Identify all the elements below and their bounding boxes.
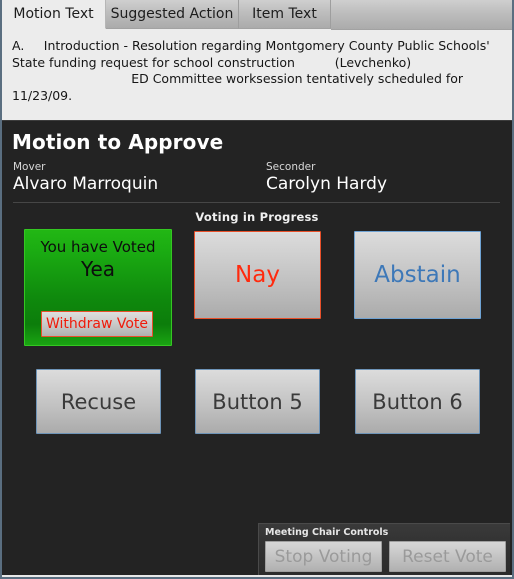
vote-button-recuse[interactable]: Recuse bbox=[36, 369, 161, 434]
tab-motion-text-label: Motion Text bbox=[13, 6, 94, 22]
button5-label: Button 5 bbox=[212, 389, 303, 414]
reset-vote-label: Reset Vote bbox=[402, 546, 493, 567]
voting-window: Motion Text Suggested Action Item Text A… bbox=[0, 0, 514, 579]
button6-label: Button 6 bbox=[372, 389, 463, 414]
meeting-chair-controls-title: Meeting Chair Controls bbox=[265, 527, 389, 538]
voting-status: Voting in Progress bbox=[195, 210, 319, 224]
withdraw-vote-label: Withdraw Vote bbox=[45, 316, 149, 332]
seconder-name: Carolyn Hardy bbox=[266, 174, 388, 194]
voting-panel: Motion to Approve Mover Alvaro Marroquin… bbox=[2, 120, 512, 575]
mover-name: Alvaro Marroquin bbox=[13, 174, 159, 194]
motion-text-pane[interactable]: A. Introduction - Resolution regarding M… bbox=[2, 29, 512, 120]
vote-button-6[interactable]: Button 6 bbox=[355, 369, 480, 434]
mover-label: Mover bbox=[13, 161, 46, 173]
nay-label: Nay bbox=[235, 262, 280, 288]
stop-voting-label: Stop Voting bbox=[274, 546, 373, 567]
vote-button-nay[interactable]: Nay bbox=[194, 231, 321, 319]
abstain-label: Abstain bbox=[374, 262, 461, 288]
stop-voting-button[interactable]: Stop Voting bbox=[265, 541, 382, 572]
reset-vote-button[interactable]: Reset Vote bbox=[389, 541, 506, 572]
tab-suggested-action-label: Suggested Action bbox=[110, 6, 234, 22]
tab-bar-filler bbox=[331, 0, 512, 30]
recuse-label: Recuse bbox=[60, 389, 137, 414]
vote-button-abstain[interactable]: Abstain bbox=[354, 231, 481, 319]
tab-item-text[interactable]: Item Text bbox=[239, 0, 331, 29]
vote-button-yea[interactable]: You have Voted Yea Withdraw Vote bbox=[24, 229, 172, 346]
tab-suggested-action[interactable]: Suggested Action bbox=[106, 0, 239, 29]
seconder-label: Seconder bbox=[266, 161, 316, 173]
yea-voted-text: You have Voted bbox=[40, 238, 156, 256]
withdraw-vote-button[interactable]: Withdraw Vote bbox=[41, 311, 153, 337]
vote-button-5[interactable]: Button 5 bbox=[195, 369, 320, 434]
motion-title: Motion to Approve bbox=[12, 130, 224, 154]
yea-label: Yea bbox=[80, 257, 116, 281]
header-divider bbox=[13, 202, 500, 203]
meeting-chair-controls-panel: Meeting Chair Controls Stop Voting Reset… bbox=[258, 523, 510, 575]
tab-bar: Motion Text Suggested Action Item Text bbox=[2, 0, 512, 30]
tab-item-text-label: Item Text bbox=[252, 6, 317, 22]
tab-motion-text[interactable]: Motion Text bbox=[2, 0, 106, 29]
